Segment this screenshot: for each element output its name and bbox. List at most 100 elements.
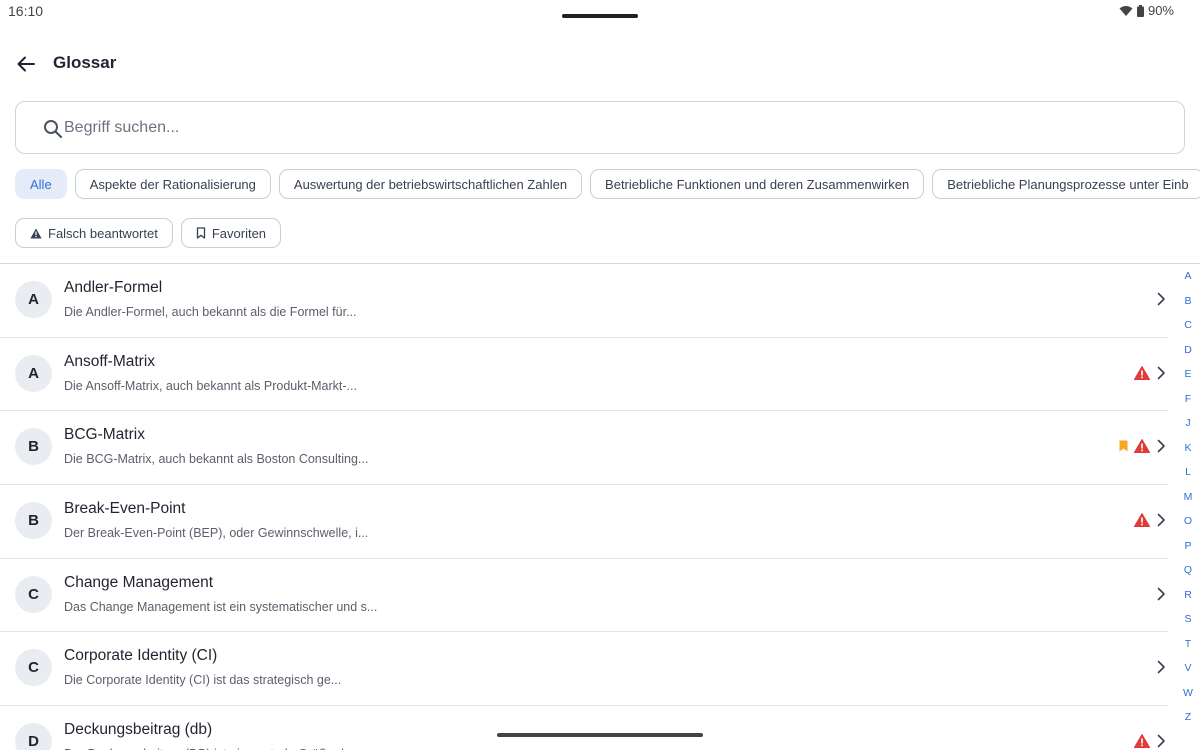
list-item[interactable]: B BCG-Matrix Die BCG-Matrix, auch bekannt … — [0, 411, 1168, 486]
chip-label: Aspekte der Rationalisierung — [89, 176, 256, 192]
warning-icon — [1134, 513, 1150, 528]
index-letter[interactable]: Q — [1184, 564, 1192, 576]
chevron-right-icon — [1156, 660, 1166, 674]
status-time: 16:10 — [8, 3, 44, 19]
term-title: Ansoff-Matrix — [64, 352, 156, 370]
index-letter[interactable]: J — [1185, 417, 1190, 429]
status-filter-row: Falsch beantwortet Favoriten — [15, 218, 282, 248]
item-status-icons — [1108, 587, 1168, 601]
chip-label: Favoriten — [211, 225, 267, 241]
warning-icon — [1134, 734, 1150, 749]
index-letter[interactable]: O — [1184, 515, 1192, 527]
letter-avatar: C — [15, 649, 52, 687]
chevron-right-icon — [1156, 292, 1166, 306]
wifi-icon — [1119, 5, 1133, 17]
term-title: Deckungsbeitrag (db) — [64, 721, 213, 739]
letter-avatar: D — [15, 723, 52, 750]
page-title: Glossar — [53, 53, 117, 72]
term-description: Das Change Management ist ein systematis… — [64, 599, 378, 614]
index-letter[interactable]: B — [1184, 295, 1191, 307]
item-status-icons — [1108, 513, 1168, 528]
term-title: Break-Even-Point — [64, 500, 186, 518]
chip-label: Betriebliche Planungsprozesse unter Einb — [947, 176, 1189, 192]
index-letter[interactable]: D — [1184, 344, 1192, 356]
term-description: Der Break-Even-Point (BEP), oder Gewinns… — [64, 526, 369, 541]
index-letter[interactable]: M — [1184, 491, 1193, 503]
warning-icon — [30, 228, 42, 239]
index-letter[interactable]: C — [1184, 319, 1192, 331]
bookmark-outline-icon — [196, 227, 206, 239]
term-description: Die Andler-Formel, auch bekannt als die … — [64, 305, 357, 319]
list-item[interactable]: C Corporate Identity (CI) Die Corporate Id… — [0, 632, 1168, 707]
filter-chip-category[interactable]: Aspekte der Rationalisierung — [74, 169, 271, 199]
index-letter[interactable]: V — [1184, 662, 1191, 674]
chip-label: Betriebliche Funktionen und deren Zusamm… — [605, 176, 910, 192]
term-description: Die Ansoff-Matrix, auch bekannt als Prod… — [64, 378, 357, 393]
index-letter[interactable]: E — [1184, 368, 1191, 380]
item-status-icons — [1108, 734, 1168, 749]
back-button[interactable] — [14, 52, 38, 76]
status-icons: 90% — [1119, 3, 1174, 18]
app-header: Glossar — [0, 44, 1200, 84]
index-letter[interactable]: Z — [1185, 711, 1191, 723]
index-letter[interactable]: L — [1185, 466, 1191, 478]
search-box[interactable] — [15, 101, 1185, 154]
chip-label: Auswertung der betriebswirtschaftlichen … — [293, 176, 568, 192]
list-item[interactable]: A Ansoff-Matrix Die Ansoff-Matrix, auch be… — [0, 338, 1168, 412]
letter-avatar: A — [15, 281, 52, 318]
term-description: Die Corporate Identity (CI) ist das stra… — [64, 673, 342, 688]
index-letter[interactable]: S — [1184, 613, 1191, 625]
search-input[interactable] — [64, 112, 1164, 144]
term-title: Corporate Identity (CI) — [64, 647, 218, 665]
chevron-right-icon — [1156, 366, 1166, 380]
term-title: BCG-Matrix — [64, 426, 145, 444]
item-status-icons — [1108, 365, 1168, 380]
list-item[interactable]: C Change Management Das Change Management … — [0, 559, 1168, 633]
filter-chip-wrong-answered[interactable]: Falsch beantwortet — [15, 218, 173, 248]
warning-icon — [1134, 439, 1150, 454]
battery-percent: 90% — [1147, 3, 1174, 18]
home-indicator[interactable] — [497, 733, 703, 737]
battery-icon — [1136, 4, 1144, 17]
camera-notch — [562, 14, 638, 18]
search-icon — [43, 119, 63, 144]
item-status-icons — [1108, 439, 1168, 454]
alphabet-index[interactable]: A BC DE FJ KL MO PQ RS TV WZ — [1176, 264, 1200, 729]
status-bar: 16:10 90% — [0, 0, 1200, 24]
letter-avatar: B — [15, 428, 52, 466]
letter-avatar: C — [15, 575, 52, 613]
chevron-right-icon — [1156, 513, 1166, 527]
glossary-list: A Andler-Formel Die Andler-Formel, auch be… — [0, 264, 1168, 750]
item-status-icons — [1108, 660, 1168, 674]
index-letter[interactable]: F — [1185, 393, 1191, 405]
index-letter[interactable]: A — [1184, 270, 1191, 282]
filter-chip-category[interactable]: Auswertung der betriebswirtschaftlichen … — [278, 169, 583, 199]
index-letter[interactable]: K — [1184, 442, 1191, 454]
filter-chip-all[interactable]: Alle — [15, 169, 67, 199]
term-description: Die BCG-Matrix, auch bekannt als Boston … — [64, 452, 369, 467]
filter-chip-favorites[interactable]: Favoriten — [180, 218, 282, 248]
index-letter[interactable]: T — [1185, 638, 1191, 650]
letter-avatar: A — [15, 354, 52, 392]
chevron-right-icon — [1156, 587, 1166, 601]
bookmark-icon — [1119, 440, 1128, 452]
term-title: Andler-Formel — [64, 279, 163, 296]
category-filter-row: Alle Aspekte der Rationalisierung Auswer… — [15, 169, 1200, 199]
term-title: Change Management — [64, 573, 214, 591]
filter-chip-category[interactable]: Betriebliche Planungsprozesse unter Einb — [932, 169, 1200, 199]
list-item[interactable]: A Andler-Formel Die Andler-Formel, auch be… — [0, 264, 1168, 338]
list-item[interactable]: DDeckungsbeitrag (db)Der Deckungsbeitrag… — [0, 706, 1168, 750]
chip-label: Falsch beantwortet — [48, 225, 158, 241]
item-status-icons — [1108, 292, 1168, 306]
filter-chip-category[interactable]: Betriebliche Funktionen und deren Zusamm… — [590, 169, 925, 199]
chevron-right-icon — [1156, 439, 1166, 453]
index-letter[interactable]: W — [1183, 687, 1193, 699]
index-letter[interactable]: R — [1184, 589, 1192, 601]
chevron-right-icon — [1156, 734, 1166, 748]
letter-avatar: B — [15, 502, 52, 540]
index-letter[interactable]: P — [1184, 540, 1191, 552]
list-item[interactable]: B Break-Even-Point Der Break-Even-Point (B… — [0, 485, 1168, 559]
arrow-left-icon — [17, 56, 35, 72]
warning-icon — [1134, 365, 1150, 380]
chip-label: Alle — [30, 176, 52, 192]
